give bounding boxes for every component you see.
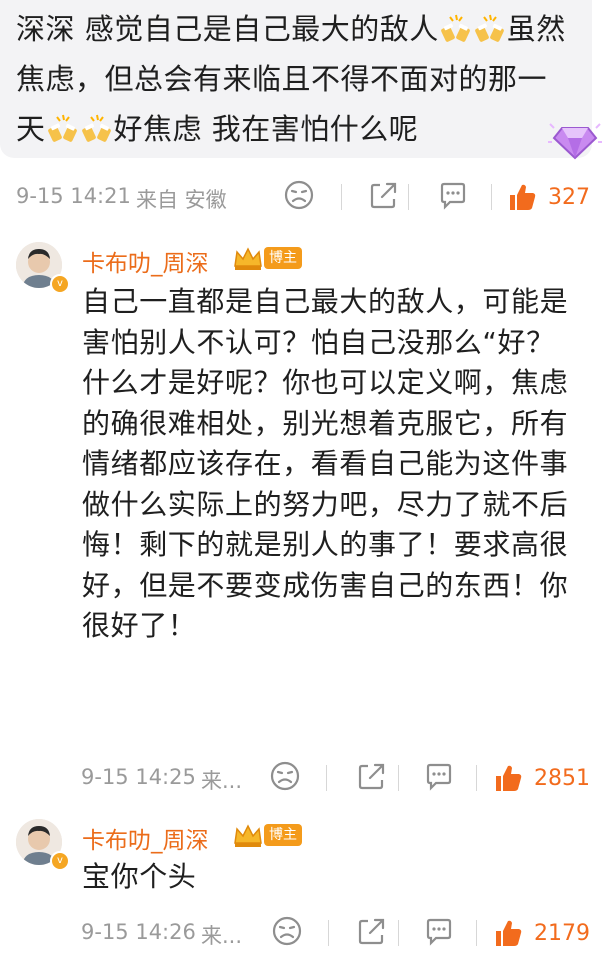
author-tag-label: 博主: [264, 824, 302, 846]
dislike-face-icon[interactable]: [282, 178, 316, 212]
comment-meta-row: 9-15 14:21 来自 安徽 327: [0, 176, 611, 220]
reply-text: 宝你个头: [82, 860, 197, 893]
diamond-badge-icon: [548, 118, 602, 162]
reply-time: 9-15 14:25: [81, 765, 196, 789]
meta-divider: [328, 920, 329, 946]
dislike-face-icon[interactable]: [268, 759, 302, 793]
verified-badge-icon: v: [50, 851, 70, 871]
author-tag: 博主: [232, 246, 304, 272]
share-icon[interactable]: [355, 759, 389, 793]
thumbs-up-icon: [496, 920, 522, 946]
cheers-emoji-icon: [440, 10, 472, 42]
dislike-face-icon[interactable]: [270, 914, 304, 948]
like-button[interactable]: 2851: [492, 762, 590, 800]
comment-text-part3: 好焦虑 我在害怕什么呢: [113, 112, 419, 146]
meta-divider: [491, 184, 492, 210]
reply-meta-row: 9-15 14:26 来... 2179: [0, 912, 611, 956]
comment-icon[interactable]: [436, 178, 470, 212]
share-icon[interactable]: [367, 178, 401, 212]
comment-text: 深深 感觉自己是自己最大的敌人 虽然焦虑，但总会有来临且不得不面对的那一天 好焦虑 …: [16, 4, 576, 154]
author-tag-label: 博主: [264, 247, 302, 269]
reply-meta-row: 9-15 14:25 来... 2851: [0, 757, 611, 801]
reply-text: 自己一直都是自己最大的敌人，可能是害怕别人不认可？怕自己没那么“好？什么才是好呢…: [82, 285, 569, 642]
like-button[interactable]: 327: [506, 181, 590, 219]
username[interactable]: 卡布叻_周深: [82, 821, 209, 855]
meta-divider: [341, 184, 342, 210]
like-button[interactable]: 2179: [492, 917, 590, 955]
comment-location: 来自 安徽: [136, 188, 227, 212]
meta-divider: [476, 920, 477, 946]
crown-icon: [232, 823, 264, 853]
like-count: 2179: [534, 921, 590, 946]
reply-time: 9-15 14:26: [81, 920, 196, 944]
cheers-emoji-icon: [474, 10, 506, 42]
thumbs-up-icon: [496, 765, 522, 791]
comment-bubble: 深深 感觉自己是自己最大的敌人 虽然焦虑，但总会有来临且不得不面对的那一天 好焦虑 …: [0, 0, 602, 160]
comment-icon[interactable]: [422, 914, 456, 948]
meta-divider: [476, 765, 477, 791]
crown-icon: [232, 246, 264, 276]
comment-text-part1: 深深 感觉自己是自己最大的敌人: [16, 12, 439, 46]
comment-time: 9-15 14:21: [16, 184, 131, 208]
verified-badge-icon: v: [50, 274, 70, 294]
meta-divider: [408, 184, 409, 210]
like-count: 327: [548, 185, 590, 210]
meta-divider: [326, 765, 327, 791]
thumbs-up-icon: [510, 184, 536, 210]
username[interactable]: 卡布叻_周深: [82, 244, 209, 278]
reply-location: 来...: [201, 924, 243, 948]
meta-divider: [398, 920, 399, 946]
author-tag: 博主: [232, 823, 304, 849]
like-count: 2851: [534, 766, 590, 791]
reply-location: 来...: [201, 769, 243, 793]
cheers-emoji-icon: [81, 110, 113, 142]
cheers-emoji-icon: [47, 110, 79, 142]
comment-icon[interactable]: [422, 759, 456, 793]
share-icon[interactable]: [355, 914, 389, 948]
meta-divider: [398, 765, 399, 791]
